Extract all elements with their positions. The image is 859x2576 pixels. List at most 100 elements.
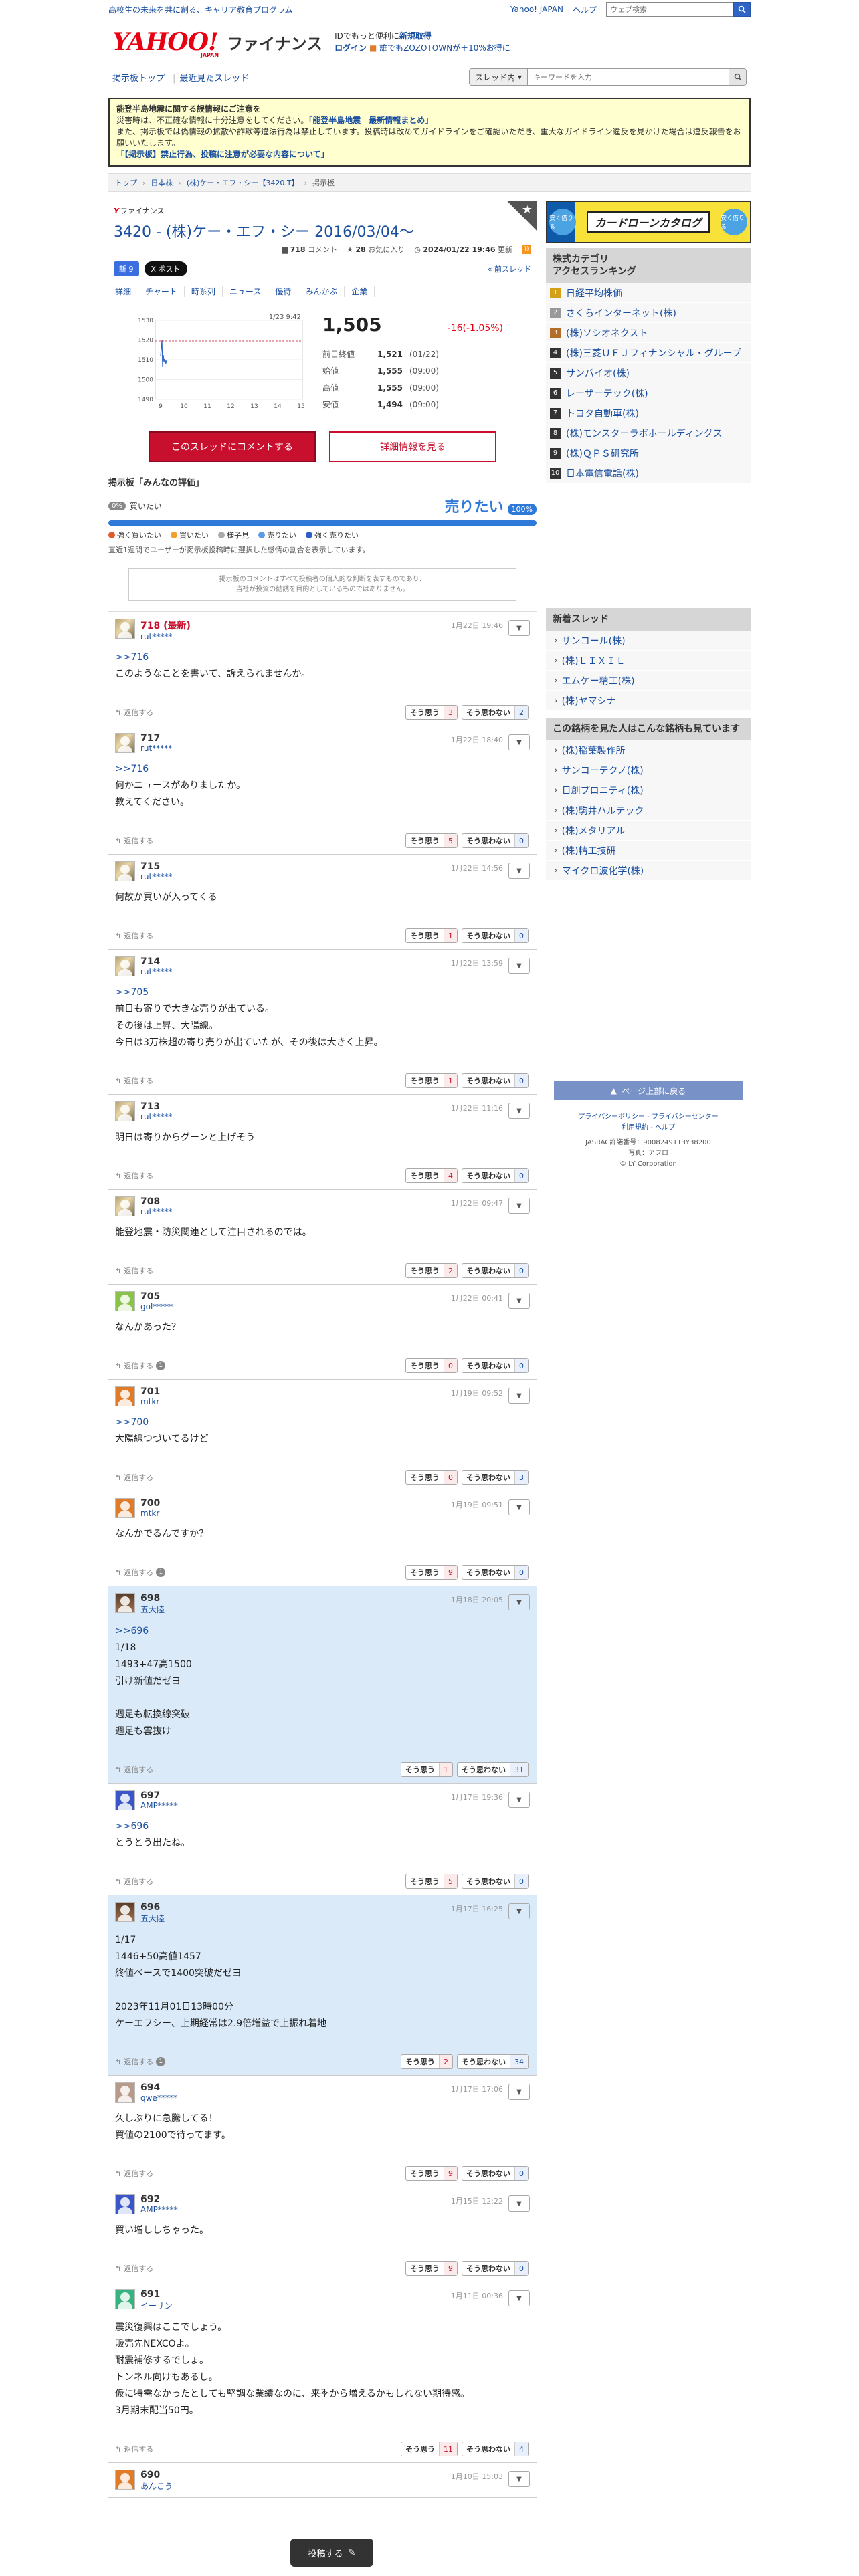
intraday-chart[interactable]: 1/23 9:42 1530 1520 1510 1500 1490 9 10 11 12 13… [135,314,309,414]
reply-button[interactable]: ↰ 返信する [115,1075,153,1086]
ranking-item[interactable]: 2 さくらインターネット(株) [546,303,751,323]
agree-button[interactable]: そう思う 0 [405,1358,458,1373]
terms-link[interactable]: 利用規約 - ヘルプ [622,1124,675,1132]
chevron-down-icon[interactable]: ▼ [508,1594,530,1610]
tab-timeseries[interactable]: 時系列 [185,285,223,297]
agree-button[interactable]: そう思う 3 [405,705,458,720]
x-post-button[interactable]: X ポスト [144,261,187,276]
disagree-button[interactable]: そう思わない 0 [462,2261,529,2276]
comment-user[interactable]: mtkr [140,1509,160,1518]
ranking-item[interactable]: 8 (株)モンスターラボホールディングス [546,423,751,443]
comment-user[interactable]: rut***** [140,1112,172,1121]
reply-button[interactable]: ↰ 返信する [115,1472,153,1483]
help-link[interactable]: ヘルプ [573,4,597,15]
search-icon[interactable] [733,2,751,17]
reply-button[interactable]: ↰ 返信する [115,2444,153,2454]
comment-user[interactable]: イーサン [140,2300,173,2311]
comment-user[interactable]: rut***** [140,1207,172,1216]
detail-info-button[interactable]: 詳細情報を見る [329,431,496,462]
web-search-input[interactable] [606,2,733,17]
reply-button[interactable]: ↰ 返信する 1 [115,2056,166,2067]
ranking-item[interactable]: 10 日本電信電話(株) [546,463,751,484]
disagree-button[interactable]: そう思わない 34 [457,2054,529,2069]
avatar[interactable] [115,1291,135,1311]
keyword-input[interactable] [528,69,729,85]
thread-link-item[interactable]: (株)精工技研 [546,841,751,861]
thread-link-item[interactable]: (株)ヤマシナ [546,691,751,711]
thread-link-item[interactable]: (株)メタリアル [546,821,751,841]
reply-button[interactable]: ↰ 返信する [115,835,153,846]
reply-button[interactable]: ↰ 返信する [115,1265,153,1276]
tab-news[interactable]: ニュース [223,285,269,297]
disagree-button[interactable]: そう思わない 4 [462,2442,529,2456]
privacy-link[interactable]: プライバシーポリシー - プライバシーセンター [578,1113,719,1121]
ranking-item[interactable]: 3 (株)ソシオネクスト [546,323,751,343]
avatar[interactable] [115,733,135,753]
breadcrumb-jpstock[interactable]: 日本株 [151,177,173,188]
comment-user[interactable]: rut***** [140,632,191,641]
tab-benefits[interactable]: 優待 [268,285,299,297]
thread-link-item[interactable]: サンコール(株) [546,631,751,651]
agree-button[interactable]: そう思う 9 [405,2166,458,2181]
thread-link-item[interactable]: マイクロ波化学(株) [546,861,751,881]
disagree-button[interactable]: そう思わない 3 [462,1470,529,1485]
quake-info-link[interactable]: 「能登半島地震 最新情報まとめ」 [308,116,433,125]
ranking-item[interactable]: 5 サンバイオ(株) [546,363,751,383]
reply-button[interactable]: ↰ 返信する 1 [115,1360,166,1371]
back-to-top-button[interactable]: ▲ ページ上部に戻る [554,1081,743,1100]
chevron-down-icon[interactable]: ▼ [508,1388,530,1404]
disagree-button[interactable]: そう思わない 31 [457,1762,529,1777]
agree-button[interactable]: そう思う 9 [405,1565,458,1580]
reply-button[interactable]: ↰ 返信する [115,1170,153,1181]
chevron-down-icon[interactable]: ▼ [508,1903,530,1919]
agree-button[interactable]: そう思う 1 [405,1073,458,1088]
chevron-down-icon[interactable]: ▼ [508,1293,530,1309]
reply-button[interactable]: ↰ 返信する [115,2168,153,2179]
chevron-down-icon[interactable]: ▼ [508,2471,530,2487]
disagree-button[interactable]: そう思わない 0 [462,1263,529,1278]
prev-thread-link[interactable]: « 前スレッド [488,263,531,274]
sidebar-ad[interactable]: 安く借りる カードローンカタログ 安く借りる [546,201,751,243]
disagree-button[interactable]: そう思わない 0 [462,1168,529,1183]
login-link[interactable]: ログイン [335,43,367,53]
thread-link-item[interactable]: 日創プロニティ(株) [546,780,751,800]
chevron-down-icon[interactable]: ▼ [508,1103,530,1119]
chevron-down-icon[interactable]: ▼ [508,2084,530,2100]
recent-threads-link[interactable]: 最近見たスレッド [179,74,249,84]
agree-button[interactable]: そう思う 5 [405,1874,458,1889]
tab-detail[interactable]: 詳細 [108,285,139,297]
comment-user[interactable]: gol***** [140,1302,173,1311]
avatar[interactable] [115,2289,135,2309]
yahoo-finance-logo[interactable]: YAHOO! JAPAN ファイナンス [112,27,322,58]
comment-user[interactable]: mtkr [140,1397,160,1406]
reply-button[interactable]: ↰ 返信する [115,1764,153,1775]
chevron-down-icon[interactable]: ▼ [508,2290,530,2306]
comment-user[interactable]: AMP***** [140,2205,178,2214]
breadcrumb-top[interactable]: トップ [115,177,137,188]
board-top-link[interactable]: 掲示板トップ [112,74,165,84]
tab-minkabu[interactable]: みんかぶ [298,285,345,297]
agree-button[interactable]: そう思う 4 [405,1168,458,1183]
avatar[interactable] [115,2470,135,2490]
tab-company[interactable]: 企業 [345,285,375,297]
reply-button[interactable]: ↰ 返信する [115,2263,153,2274]
chevron-down-icon[interactable]: ▼ [508,2195,530,2212]
rss-icon[interactable]: )) [522,245,531,254]
disagree-button[interactable]: そう思わない 0 [462,1358,529,1373]
yahoo-japan-link[interactable]: Yahoo! JAPAN [510,5,563,14]
avatar[interactable] [115,2082,135,2103]
comment-user[interactable]: rut***** [140,744,172,753]
chevron-down-icon[interactable]: ▼ [508,1198,530,1214]
disagree-button[interactable]: そう思わない 0 [462,928,529,943]
disagree-button[interactable]: そう思わない 2 [462,705,529,720]
avatar[interactable] [115,1790,135,1810]
ranking-item[interactable]: 4 (株)三菱ＵＦＪフィナンシャル・グループ [546,343,751,363]
reply-link[interactable]: >>696 [115,1818,529,1835]
chevron-down-icon[interactable]: ▼ [508,734,530,750]
agree-button[interactable]: そう思う 11 [401,2442,458,2456]
avatar[interactable] [115,861,135,881]
thread-link-item[interactable]: (株)駒井ハルテック [546,800,751,821]
agree-button[interactable]: そう思う 9 [405,2261,458,2276]
chevron-down-icon[interactable]: ▼ [508,620,530,636]
comment-user[interactable]: あんこう [140,2480,173,2492]
